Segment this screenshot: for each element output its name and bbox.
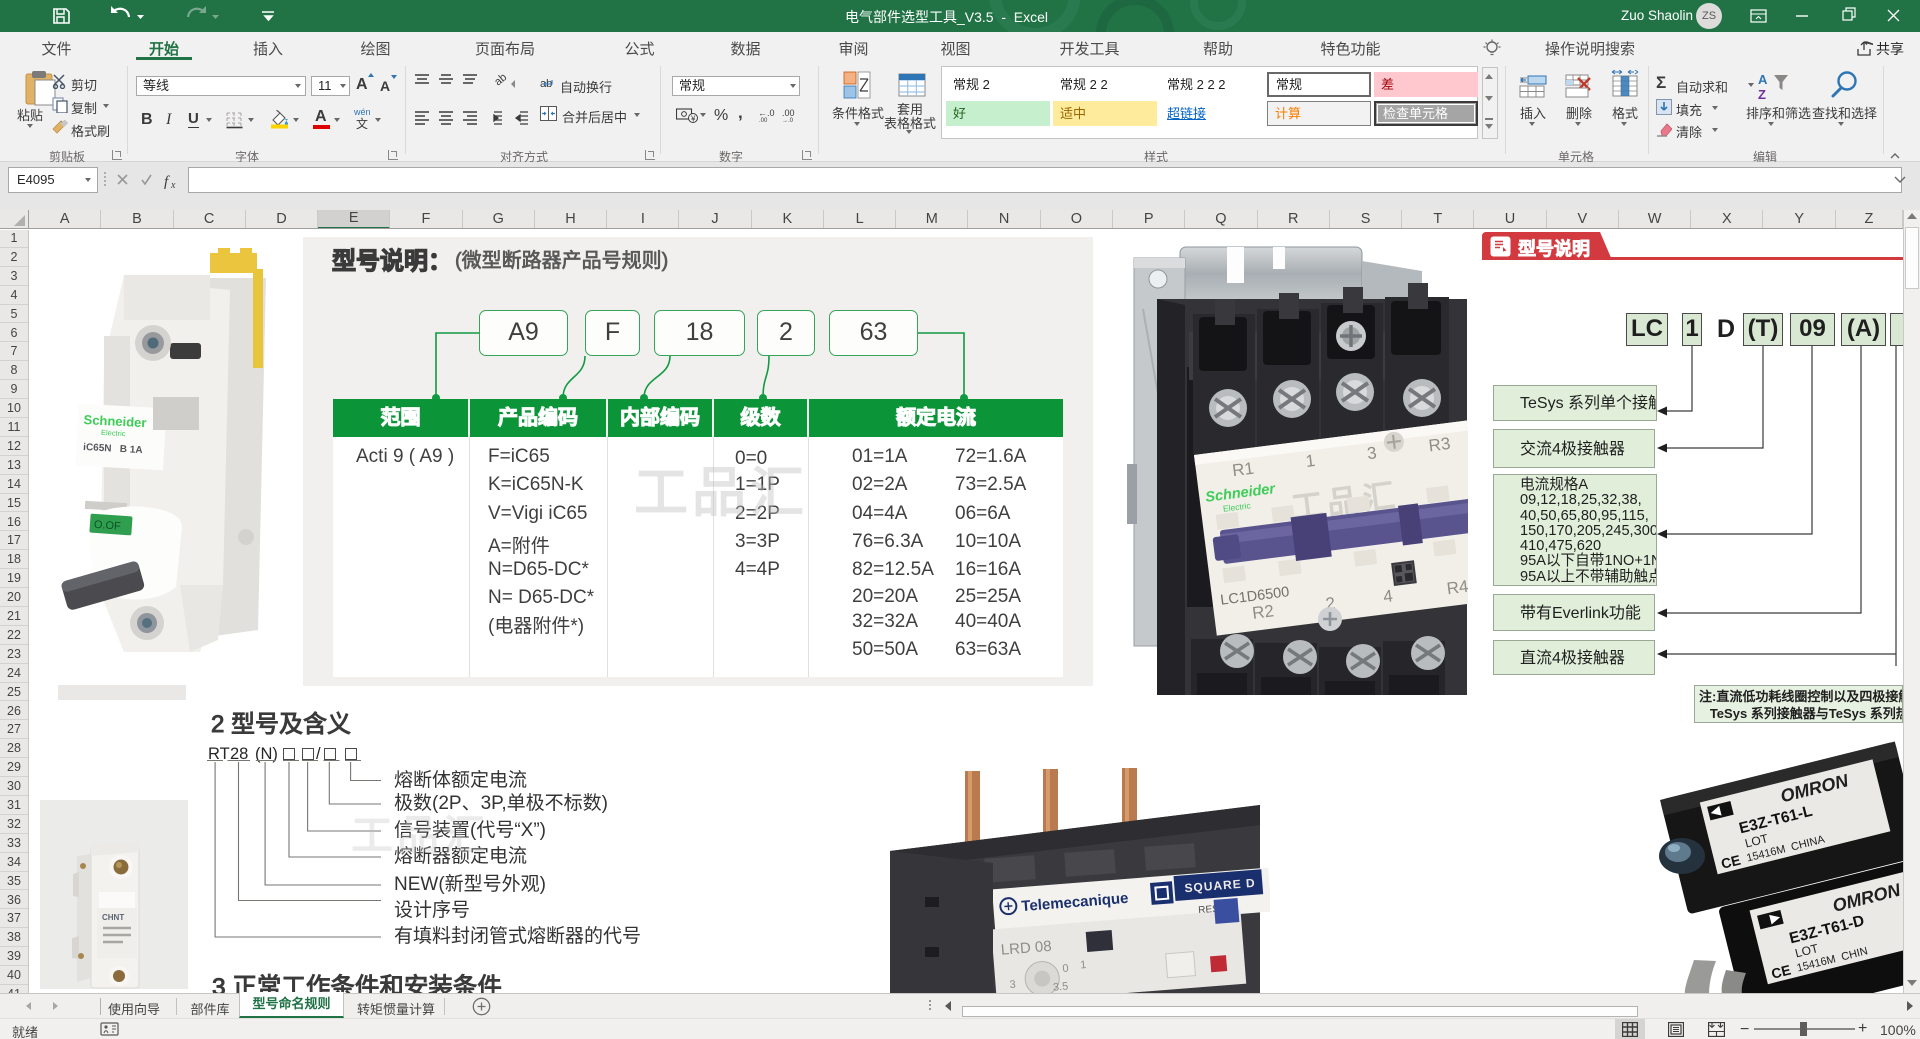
svg-text:R3: R3 xyxy=(1428,434,1452,456)
svg-text:R2: R2 xyxy=(1251,601,1275,623)
svg-text:→.0: →.0 xyxy=(782,118,794,123)
svg-text:3.5: 3.5 xyxy=(1053,981,1069,993)
svg-text:.00: .00 xyxy=(759,118,768,123)
svg-text:ab: ab xyxy=(492,74,509,88)
svg-text:Z: Z xyxy=(1758,87,1766,101)
svg-text:R1: R1 xyxy=(1231,459,1255,481)
svg-text:¥: ¥ xyxy=(690,115,696,124)
svg-text:3: 3 xyxy=(1009,979,1016,991)
svg-text:←.0: ←.0 xyxy=(758,108,775,118)
svg-text:CHNT: CHNT xyxy=(102,913,124,922)
svg-text:R4: R4 xyxy=(1446,577,1468,599)
svg-text:Electric: Electric xyxy=(101,428,126,438)
svg-text:1: 1 xyxy=(1080,959,1087,971)
svg-text:x: x xyxy=(170,180,176,191)
svg-text:.00: .00 xyxy=(782,108,795,118)
svg-text:0: 0 xyxy=(1062,963,1069,975)
svg-text:f: f xyxy=(164,174,170,190)
svg-text:A: A xyxy=(1758,72,1768,87)
svg-text:O.OF: O.OF xyxy=(93,519,121,533)
